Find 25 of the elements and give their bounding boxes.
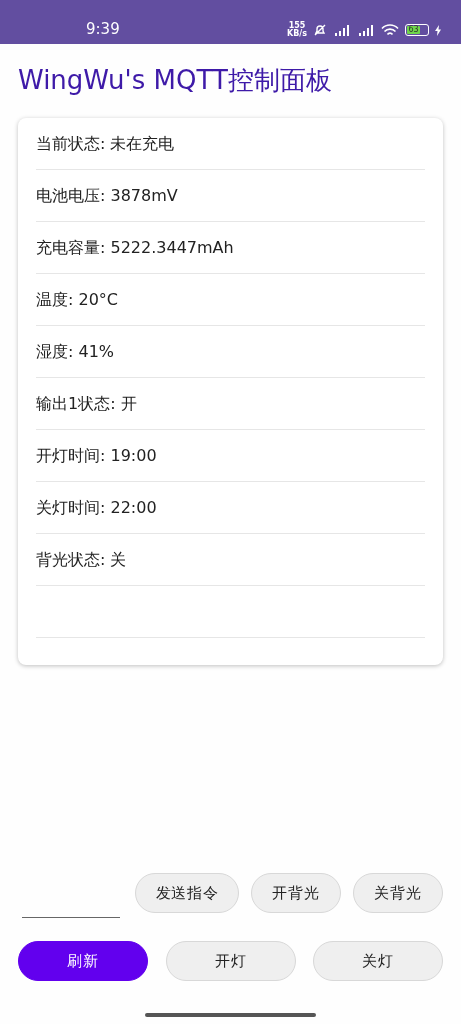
action-button[interactable]: 开背光 <box>251 873 341 913</box>
network-speed-unit: KB/s <box>287 30 307 38</box>
charging-icon <box>435 24 441 36</box>
signal-icon <box>333 23 351 37</box>
app-title: WingWu's MQTT控制面板 <box>17 64 333 97</box>
bell-off-icon <box>313 23 327 37</box>
status-text: 温度: 20°C <box>36 288 118 311</box>
status-text: 电池电压: 3878mV <box>36 184 178 207</box>
battery-level: 63 <box>407 26 420 34</box>
signal-icon <box>357 23 375 37</box>
refresh-button[interactable]: 刷新 <box>18 941 148 981</box>
status-text: 关灯时间: 22:00 <box>36 496 157 519</box>
status-text: 充电容量: 5222.3447mAh <box>36 236 234 259</box>
action-button[interactable]: 关灯 <box>313 941 443 981</box>
action-button[interactable]: 开灯 <box>165 941 296 981</box>
network-speed: 155 <box>288 22 306 30</box>
status-text: 当前状态: 未在充电 <box>36 132 175 155</box>
action-button[interactable]: 发送指令 <box>135 873 239 913</box>
status-text: 湿度: 41% <box>36 340 115 363</box>
status-text: 开灯时间: 19:00 <box>36 444 157 467</box>
status-text: 背光状态: 关 <box>36 548 127 571</box>
wifi-icon <box>381 23 399 37</box>
status-text: 输出1状态: 开 <box>36 392 137 415</box>
action-button[interactable]: 关背光 <box>353 873 443 913</box>
clock: 9:39 <box>86 18 120 40</box>
